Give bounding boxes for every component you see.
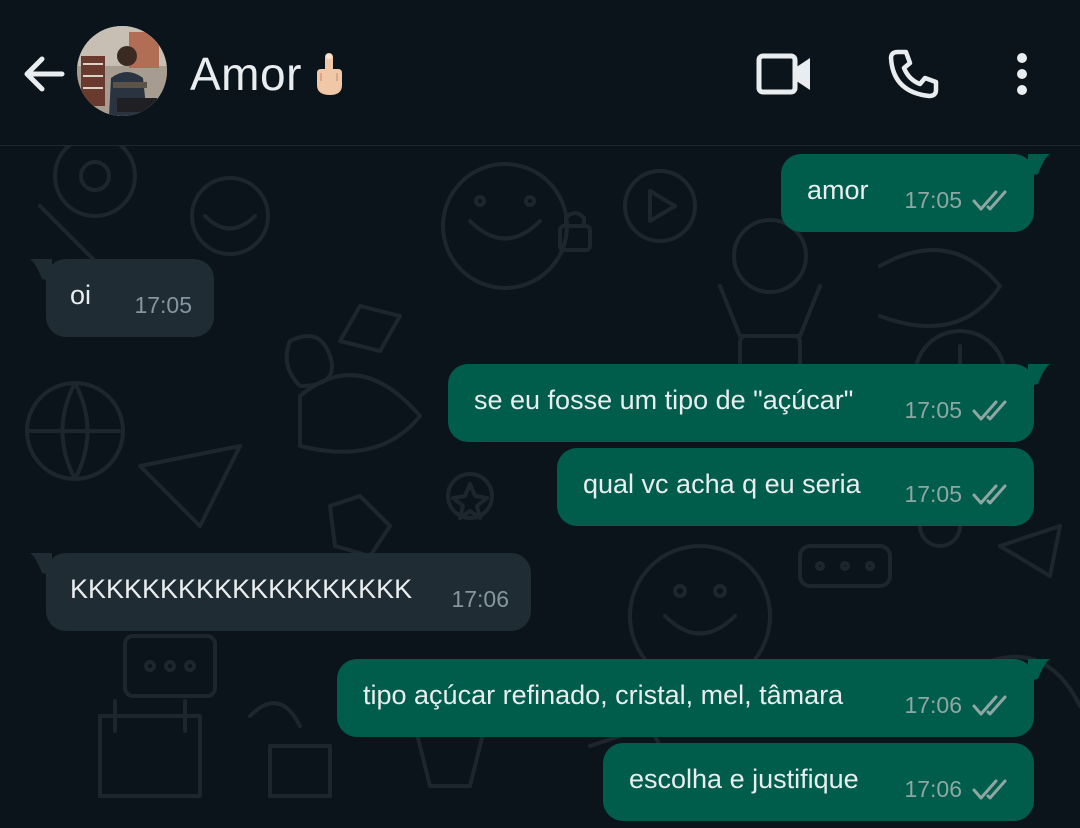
message-bubble-incoming[interactable]: oi 17:05 [30, 259, 214, 337]
message-text: oi [70, 280, 92, 310]
message-text: amor [807, 175, 869, 205]
message-time: 17:05 [904, 187, 962, 213]
message-time: 17:05 [904, 397, 962, 423]
more-vertical-icon [1017, 53, 1027, 95]
bubble-tail [30, 259, 52, 281]
middle-finger-emoji-icon [316, 53, 342, 95]
contact-name: Amor [190, 48, 302, 100]
more-options-button[interactable] [992, 44, 1052, 104]
message-bubble-incoming[interactable]: KKKKKKKKKKKKKKKKKKK 17:06 [30, 553, 531, 631]
phone-icon [888, 49, 939, 99]
read-ticks-icon [972, 484, 1007, 505]
video-camera-icon [756, 53, 810, 95]
message-time: 17:06 [904, 776, 962, 802]
message-time: 17:06 [451, 586, 509, 612]
chat-screen: Amor amor 17:05 oi 17:05 se eu fosse um … [0, 0, 1080, 828]
message-list[interactable]: amor 17:05 oi 17:05 se eu fosse um tipo … [0, 146, 1080, 828]
message-bubble-outgoing[interactable]: se eu fosse um tipo de "açúcar" 17:05 [448, 364, 1050, 442]
message-text: KKKKKKKKKKKKKKKKKKK [70, 574, 413, 604]
bubble-tail [1028, 154, 1050, 176]
message-text: tipo açúcar refinado, cristal, mel, tâma… [363, 680, 844, 710]
message-bubble-outgoing[interactable]: tipo açúcar refinado, cristal, mel, tâma… [337, 659, 1050, 737]
read-ticks-icon [972, 190, 1007, 211]
message-bubble-outgoing[interactable]: qual vc acha q eu seria 17:05 [557, 448, 1034, 526]
read-ticks-icon [972, 779, 1007, 800]
message-text: escolha e justifique [629, 764, 859, 794]
message-time: 17:05 [134, 292, 192, 318]
back-button[interactable] [18, 48, 70, 100]
voice-call-button[interactable] [883, 44, 943, 104]
avatar[interactable] [77, 26, 167, 116]
message-time: 17:05 [904, 481, 962, 507]
arrow-left-icon [24, 56, 65, 92]
message-time: 17:06 [904, 692, 962, 718]
avatar-photo [77, 26, 167, 116]
read-ticks-icon [972, 400, 1007, 421]
message-bubble-outgoing[interactable]: escolha e justifique 17:06 [603, 743, 1034, 821]
bubble-tail [30, 553, 52, 575]
chat-header: Amor [0, 0, 1080, 146]
read-ticks-icon [972, 695, 1007, 716]
message-bubble-outgoing[interactable]: amor 17:05 [781, 154, 1050, 232]
bubble-tail [1028, 659, 1050, 681]
message-text: se eu fosse um tipo de "açúcar" [474, 385, 854, 415]
bubble-tail [1028, 364, 1050, 386]
contact-title[interactable]: Amor [190, 44, 346, 104]
message-text: qual vc acha q eu seria [583, 469, 861, 499]
video-call-button[interactable] [755, 44, 815, 104]
